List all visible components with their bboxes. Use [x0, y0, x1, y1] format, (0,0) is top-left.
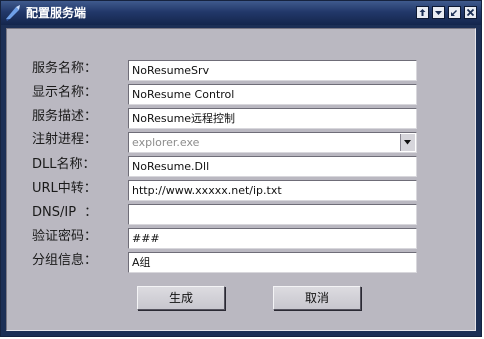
display-name-label: 显示名称：	[32, 85, 98, 100]
chevron-down-icon	[404, 140, 411, 145]
app-icon	[6, 5, 20, 21]
minimize-icon	[435, 11, 442, 15]
restore-icon	[451, 10, 457, 16]
service-description-label: 服务描述：	[32, 109, 98, 124]
inject-process-label: 注射进程：	[32, 132, 98, 147]
minimize-button[interactable]	[432, 6, 445, 19]
inject-process-value: explorer.exe	[132, 136, 200, 149]
inject-process-select[interactable]: explorer.exe	[128, 132, 417, 153]
group-info-label: 分组信息：	[32, 253, 98, 268]
window-title: 配置服务端	[26, 6, 87, 20]
pin-icon	[419, 9, 426, 16]
verify-password-label: 验证密码：	[32, 229, 98, 244]
dll-name-input[interactable]: NoResume.Dll	[128, 156, 417, 177]
close-button[interactable]	[464, 6, 477, 19]
title-bar[interactable]: 配置服务端	[1, 1, 481, 25]
dll-name-label: DLL名称：	[32, 157, 96, 172]
display-name-input[interactable]: NoResume Control	[128, 84, 417, 105]
group-info-input[interactable]: A组	[128, 252, 417, 273]
service-name-label: 服务名称：	[32, 61, 98, 76]
close-icon	[466, 8, 475, 17]
dns-ip-label: DNS/IP ：	[32, 205, 98, 220]
config-server-window: 配置服务端 服务名称： NoResumeSrv 显示名称： NoResume C…	[0, 0, 482, 337]
url-relay-label: URL中转：	[32, 181, 97, 196]
generate-button[interactable]: 生成	[137, 286, 225, 310]
dropdown-button[interactable]	[400, 134, 415, 151]
cancel-button[interactable]: 取消	[273, 286, 361, 310]
service-description-input[interactable]: NoResume远程控制	[128, 108, 417, 129]
window-controls	[416, 6, 477, 19]
dns-ip-input[interactable]	[128, 204, 417, 225]
verify-password-input[interactable]: ###	[128, 228, 417, 249]
restore-button[interactable]	[448, 6, 461, 19]
service-name-input[interactable]: NoResumeSrv	[128, 60, 417, 81]
form-panel: 服务名称： NoResumeSrv 显示名称： NoResume Control…	[6, 28, 476, 331]
url-relay-input[interactable]: http://www.xxxxx.net/ip.txt	[128, 180, 417, 201]
pin-button[interactable]	[416, 6, 429, 19]
